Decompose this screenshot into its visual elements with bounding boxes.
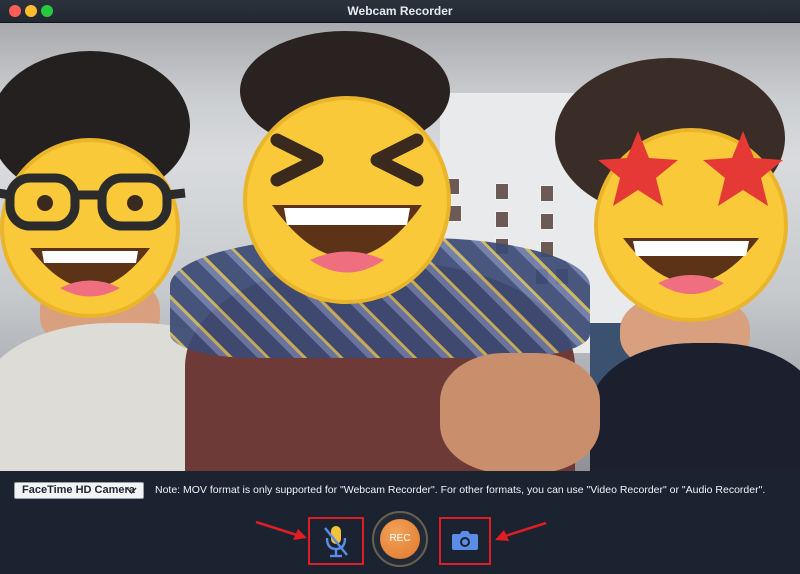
record-button[interactable]: REC [380,519,420,559]
camera-select[interactable]: FaceTime HD Camera [14,482,144,499]
annotation-arrow-left-icon [255,520,307,540]
title-bar: Webcam Recorder [0,0,800,23]
squinting-face-emoji-icon [243,96,451,304]
chevron-down-icon [126,487,137,495]
microphone-muted-icon[interactable] [322,523,350,559]
nerd-face-emoji-icon [0,138,186,318]
person-middle-arm [440,353,600,471]
annotation-arrow-right-icon [495,521,547,541]
control-bar: FaceTime HD Camera Note: MOV format is o… [0,471,800,574]
webcam-preview [0,23,800,471]
camera-icon[interactable] [451,529,479,551]
person-right-shirt [590,343,800,471]
window-title: Webcam Recorder [347,4,453,18]
record-button-ring: REC [372,511,428,567]
star-struck-emoji-icon [594,128,788,322]
format-note: Note: MOV format is only supported for "… [155,484,766,496]
camera-select-value: FaceTime HD Camera [22,484,135,496]
